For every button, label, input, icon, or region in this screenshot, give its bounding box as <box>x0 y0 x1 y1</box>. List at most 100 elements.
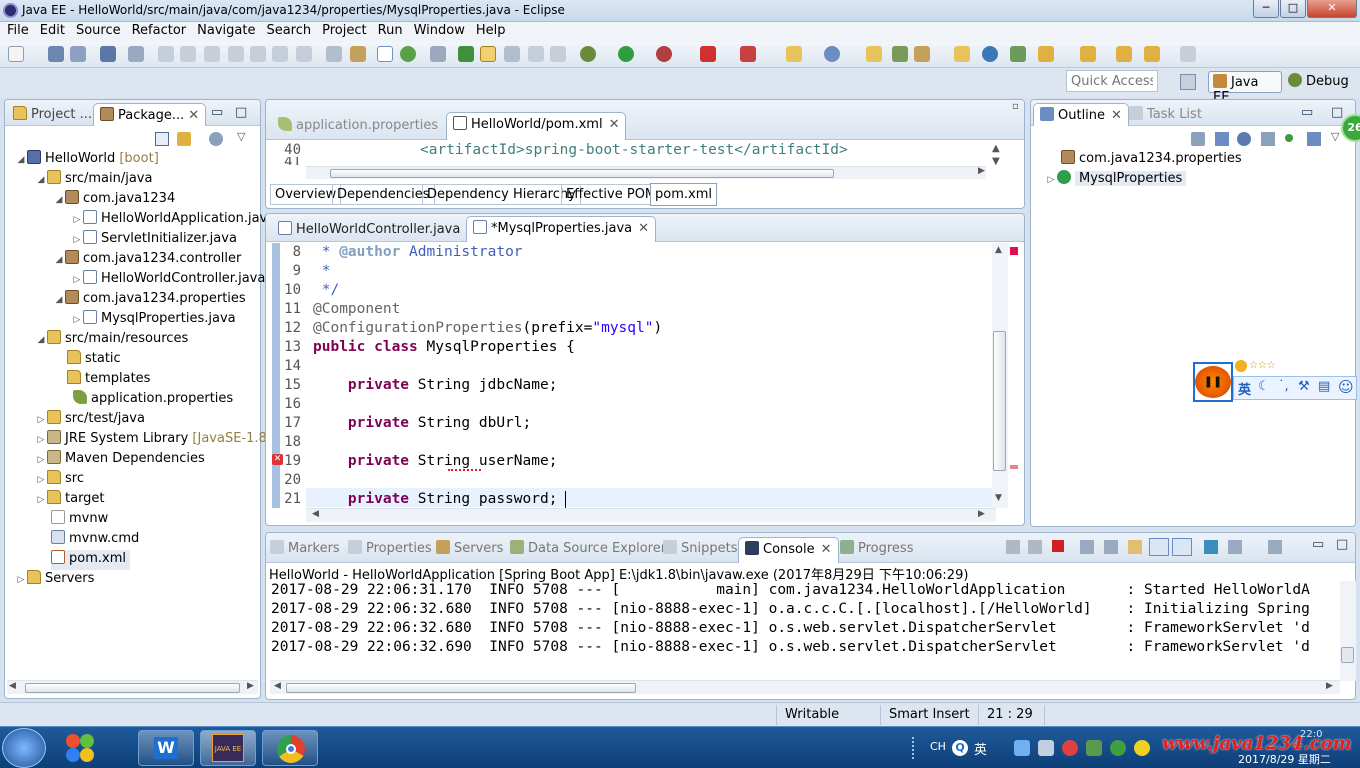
external-tools-icon[interactable] <box>740 46 756 62</box>
tab-package-explorer[interactable]: Package... ✕ <box>93 103 207 126</box>
tab-application-properties[interactable]: application.properties <box>272 114 444 137</box>
remove-launch-icon[interactable] <box>1006 540 1020 554</box>
open-browser-icon[interactable] <box>400 46 416 62</box>
server-icon[interactable] <box>350 46 366 62</box>
scroll-thumb[interactable] <box>286 683 636 693</box>
collapse-all-icon[interactable] <box>1191 132 1205 146</box>
scroll-right-icon[interactable]: ▶ <box>978 509 985 519</box>
pin-icon[interactable] <box>550 46 566 62</box>
use-step-filters-icon[interactable] <box>326 46 342 62</box>
open-task-icon[interactable] <box>954 46 970 62</box>
tab-console[interactable]: Console ✕ <box>738 537 839 563</box>
scroll-right-icon[interactable]: ▶ <box>247 681 254 691</box>
scroll-up-icon[interactable]: ▲ <box>992 143 1000 154</box>
minimize-view-icon[interactable]: ▭ <box>1312 537 1324 552</box>
subtab-dependencies[interactable]: Dependencies <box>332 184 435 205</box>
stop-icon[interactable] <box>700 46 716 62</box>
sort-icon[interactable] <box>1215 132 1229 146</box>
clipboard-icon[interactable]: ▤ <box>1318 379 1330 394</box>
scroll-down-icon[interactable]: ▼ <box>992 156 1000 167</box>
tree-item-src-main-java[interactable]: ◢ src/main/java <box>35 170 152 190</box>
back-history-icon[interactable] <box>1144 46 1160 62</box>
show-stderr-icon[interactable] <box>1172 538 1192 556</box>
tree-item-pom-xml[interactable]: pom.xml <box>51 550 130 570</box>
menu-search[interactable]: Search <box>259 22 315 38</box>
scroll-thumb[interactable] <box>993 331 1006 471</box>
tray-ime-mode[interactable]: 英 <box>974 739 987 758</box>
hide-nonpublic-icon[interactable] <box>1285 134 1293 142</box>
remove-all-icon[interactable] <box>1028 540 1042 554</box>
tree-item-helloworldcontroller[interactable]: ▷ HelloWorldController.java <box>71 270 265 290</box>
link-with-editor-icon[interactable] <box>177 132 191 146</box>
subtab-pom-xml[interactable]: pom.xml <box>650 183 717 206</box>
scroll-thumb[interactable] <box>330 169 834 178</box>
tree-item-mvnw[interactable]: mvnw <box>51 510 108 530</box>
previous-annotation-icon[interactable] <box>1038 46 1054 62</box>
maximize-button[interactable]: □ <box>1280 0 1306 18</box>
debug-icon[interactable] <box>580 46 596 62</box>
scroll-left-icon[interactable]: ◀ <box>312 509 319 519</box>
step-over-icon[interactable] <box>272 46 288 62</box>
scroll-thumb[interactable] <box>25 683 240 693</box>
subtab-dependency-hierarchy[interactable]: Dependency Hierarchy <box>422 184 581 205</box>
tree-item-helloworld[interactable]: ◢ HelloWorld [boot] <box>15 150 159 170</box>
tree-item-src-test-java[interactable]: ▷ src/test/java <box>35 410 145 430</box>
tab-servers[interactable]: Servers <box>436 537 503 559</box>
scroll-right-icon[interactable]: ▶ <box>1326 681 1333 691</box>
new-icon[interactable] <box>8 46 24 62</box>
minimize-view-icon[interactable]: ▭ <box>211 105 223 120</box>
tab-outline[interactable]: Outline ✕ <box>1033 103 1129 126</box>
update-icon[interactable] <box>1086 740 1102 756</box>
tree-item-com-java1234-controller[interactable]: ◢ com.java1234.controller <box>53 250 241 270</box>
open-folder-icon[interactable] <box>866 46 882 62</box>
tree-item-static[interactable]: static <box>55 350 121 370</box>
tree-item-mysqlproperties[interactable]: ▷ MysqlProperties.java <box>71 310 236 330</box>
tree-item-mvnw-cmd[interactable]: mvnw.cmd <box>51 530 139 550</box>
new-class-icon[interactable] <box>824 46 840 62</box>
outline-item-package[interactable]: com.java1234.properties <box>1061 150 1242 170</box>
word-wrap-icon[interactable] <box>504 46 520 62</box>
taskbar-eclipse-button[interactable]: JAVA EE <box>200 730 256 766</box>
java-hscroll[interactable]: ◀ ▶ <box>306 508 996 522</box>
perspective-debug-button[interactable]: Debug <box>1286 71 1356 93</box>
security-icon[interactable] <box>1062 740 1078 756</box>
save-all-icon[interactable] <box>70 46 86 62</box>
menu-navigate[interactable]: Navigate <box>190 22 259 38</box>
plus-icon[interactable] <box>1134 740 1150 756</box>
minimize-view-icon[interactable]: ▭ <box>1301 105 1313 120</box>
back-icon[interactable] <box>1116 46 1132 62</box>
forward-icon[interactable] <box>1180 46 1196 62</box>
perspective-java-ee-button[interactable]: Java EE <box>1208 71 1282 105</box>
open-perspective-icon[interactable] <box>1180 74 1196 90</box>
terminal-icon[interactable] <box>100 46 116 62</box>
terminate-debug-icon[interactable] <box>204 46 220 62</box>
tab-project-explorer[interactable]: Project ... <box>7 103 98 126</box>
last-edit-location-icon[interactable] <box>1080 46 1096 62</box>
pom-source-view[interactable]: 40 41 <artifactId>spring-boot-starter-te… <box>266 141 1024 186</box>
explorer-hscroll[interactable]: ◀ ▶ <box>7 680 258 694</box>
scroll-right-icon[interactable]: ▶ <box>978 166 985 176</box>
menu-file[interactable]: File <box>0 22 33 38</box>
close-button[interactable]: ✕ <box>1307 0 1357 18</box>
tree-item-jre-system-library[interactable]: ▷ JRE System Library [JavaSE-1.8] <box>35 430 272 450</box>
minimize-button[interactable]: ─ <box>1253 0 1279 18</box>
next-annotation-icon[interactable] <box>1010 46 1026 62</box>
pencil-icon[interactable] <box>914 46 930 62</box>
tray-lang[interactable]: CH <box>930 740 946 753</box>
error-marker-icon[interactable]: ✕ <box>272 454 283 465</box>
ime-lang-toggle[interactable]: 英 <box>1238 379 1251 398</box>
new-java-project-icon[interactable] <box>786 46 802 62</box>
tab-markers[interactable]: Markers <box>270 537 340 559</box>
tab-pom-xml[interactable]: HelloWorld/pom.xml ✕ <box>446 112 627 140</box>
step-into-icon[interactable] <box>250 46 266 62</box>
open-type-icon[interactable] <box>458 46 474 62</box>
tree-item-com-java1234[interactable]: ◢ com.java1234 <box>53 190 175 210</box>
tab-task-list[interactable]: Task List <box>1123 103 1208 126</box>
clock-time[interactable]: 22:0 <box>1300 729 1322 740</box>
menu-project[interactable]: Project <box>315 22 370 38</box>
taskbar-chrome-button[interactable] <box>262 730 318 766</box>
ime-pause-button[interactable]: ❚❚ <box>1195 366 1231 398</box>
tree-item-src-main-resources[interactable]: ◢ src/main/resources <box>35 330 188 350</box>
hide-static-icon[interactable] <box>1261 132 1275 146</box>
view-menu-icon[interactable]: ▽ <box>1331 130 1339 143</box>
